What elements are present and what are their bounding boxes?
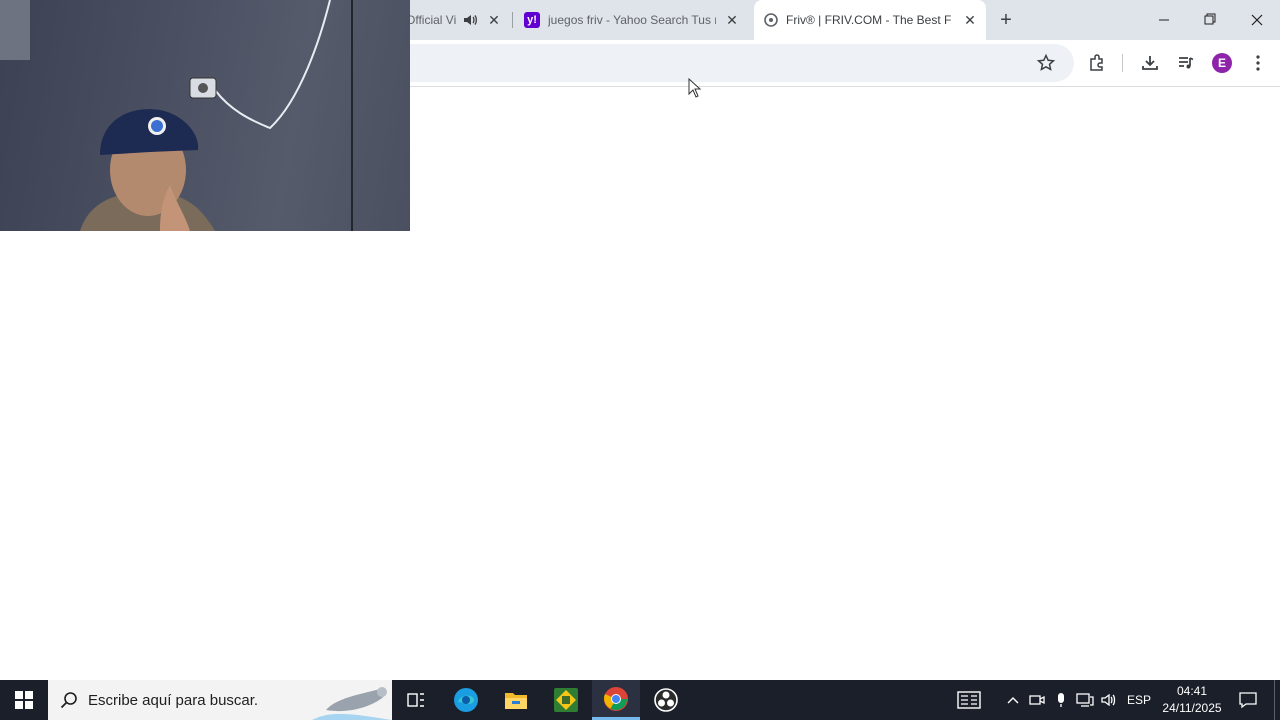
task-view-icon[interactable]	[392, 680, 440, 720]
news-widget-icon[interactable]	[954, 680, 984, 720]
file-explorer-icon[interactable]	[492, 680, 540, 720]
volume-icon[interactable]	[1099, 680, 1119, 720]
seal-illustration	[312, 680, 392, 720]
more-menu-icon[interactable]	[1250, 53, 1266, 73]
network-icon[interactable]	[1075, 680, 1095, 720]
obs-icon[interactable]	[642, 680, 690, 720]
mouse-cursor	[688, 77, 702, 98]
tab-friv-active[interactable]: Friv® | FRIV.COM - The Best Fre ✕	[754, 0, 986, 40]
close-icon[interactable]: ✕	[962, 12, 978, 28]
close-icon[interactable]: ✕	[486, 12, 502, 28]
search-placeholder: Escribe aquí para buscar.	[88, 692, 259, 709]
tab-title: Friv® | FRIV.COM - The Best Fre	[786, 13, 952, 27]
camera-icon[interactable]	[1028, 680, 1046, 720]
minimize-button[interactable]	[1150, 10, 1178, 30]
windows-taskbar: Escribe aquí para buscar. ESP 04:41 24/1…	[0, 680, 1280, 720]
media-control-icon[interactable]	[1175, 52, 1197, 74]
tab-yahoo-search[interactable]: y! juegos friv - Yahoo Search Tus r ✕	[512, 0, 752, 40]
notifications-icon[interactable]	[1234, 680, 1262, 720]
microphone-icon[interactable]	[1052, 680, 1070, 720]
yahoo-favicon: y!	[524, 12, 540, 28]
system-clock[interactable]: 04:41 24/11/2025	[1154, 683, 1230, 717]
tab-title: juegos friv - Yahoo Search Tus r	[548, 13, 716, 27]
chrome-icon[interactable]	[592, 680, 640, 720]
language-indicator[interactable]: ESP	[1124, 693, 1154, 707]
tab-official[interactable]: Official Vi ✕	[400, 0, 510, 40]
start-button[interactable]	[0, 680, 48, 720]
new-tab-button[interactable]: +	[996, 10, 1016, 30]
clock-date: 24/11/2025	[1162, 701, 1222, 715]
toolbar-separator	[1122, 54, 1123, 72]
show-desktop-button[interactable]	[1274, 680, 1280, 720]
speaker-icon[interactable]	[462, 12, 478, 28]
webcam-overlay	[0, 0, 410, 231]
edge-icon[interactable]	[442, 680, 490, 720]
app-icon[interactable]	[542, 680, 590, 720]
extensions-icon[interactable]	[1086, 52, 1108, 74]
search-icon	[60, 691, 78, 709]
profile-avatar[interactable]: E	[1212, 53, 1232, 73]
friv-favicon	[764, 13, 778, 27]
restore-button[interactable]	[1196, 10, 1224, 30]
bookmark-star-icon[interactable]	[1036, 53, 1056, 73]
close-icon[interactable]: ✕	[724, 12, 740, 28]
close-window-button[interactable]	[1243, 10, 1271, 30]
tab-title: Official Vi	[406, 13, 457, 27]
chevron-up-icon[interactable]	[1004, 680, 1022, 720]
taskbar-search[interactable]: Escribe aquí para buscar.	[48, 680, 392, 720]
clock-time: 04:41	[1176, 684, 1208, 698]
download-icon[interactable]	[1139, 52, 1161, 74]
windows-icon	[15, 691, 33, 709]
